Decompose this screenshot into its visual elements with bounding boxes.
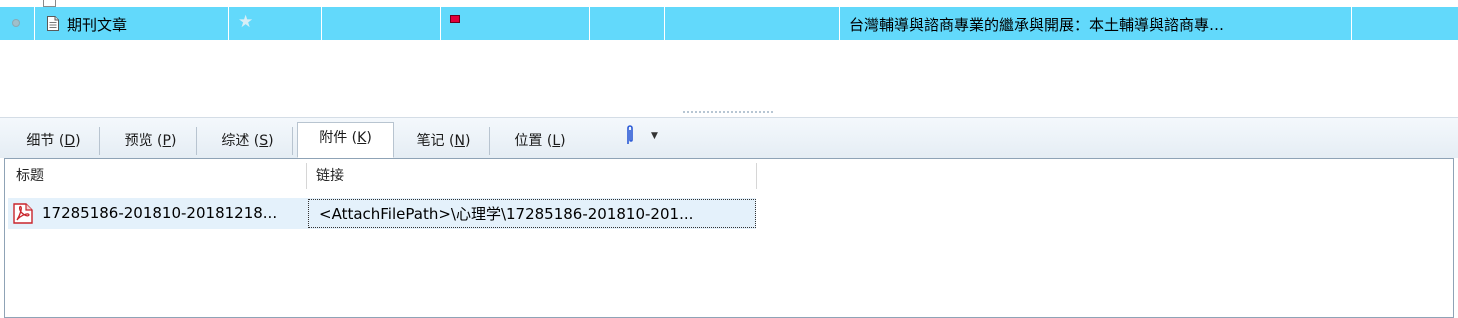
tab-label: 附件 ( (319, 130, 358, 146)
tab-label-suffix: ) (170, 133, 177, 149)
column-divider[interactable] (756, 163, 757, 189)
tab-accelerator-key: P (162, 133, 171, 149)
tab-notes[interactable]: 笔记 (N) (398, 127, 490, 155)
tab-label: 综述 ( (221, 133, 260, 149)
attachments-table (4, 158, 1454, 318)
tab-accelerator-key: L (552, 133, 561, 149)
tab-details[interactable]: 细节 (D) (8, 127, 100, 155)
tab-label: 细节 ( (26, 133, 65, 149)
column-divider[interactable] (306, 163, 307, 189)
tab-label-suffix: ) (366, 130, 372, 146)
selected-record-row[interactable]: 期刊文章 ★ 台灣輔導與諮商專業的繼承與開展：本土輔導與諮商專… (0, 7, 1458, 40)
tab-accelerator-key: K (357, 130, 367, 146)
paperclip-icon[interactable] (626, 124, 634, 146)
attachment-link[interactable]: <AttachFilePath>\心理学\17285186-201810-201… (308, 199, 756, 228)
tab-label: 笔记 ( (416, 133, 455, 149)
red-flag-icon (450, 15, 460, 23)
document-icon (43, 0, 56, 7)
column-divider (228, 7, 229, 40)
pdf-icon (13, 203, 33, 224)
column-divider (589, 7, 590, 40)
column-divider (321, 7, 322, 40)
chevron-down-icon[interactable]: ▼ (651, 131, 658, 141)
column-divider (664, 7, 665, 40)
star-icon[interactable]: ★ (238, 12, 253, 32)
tab-label: 预览 ( (124, 133, 163, 149)
tab-label: 位置 ( (514, 133, 553, 149)
column-divider (440, 7, 441, 40)
record-title: 台灣輔導與諮商專業的繼承與開展：本土輔導與諮商專… (849, 16, 1225, 34)
record-type-label: 期刊文章 (67, 16, 128, 34)
column-divider (1351, 7, 1352, 40)
tab-label-suffix: ) (75, 133, 81, 149)
tab-label-suffix: ) (268, 133, 274, 149)
tab-label-suffix: ) (464, 133, 471, 149)
column-divider (34, 7, 35, 40)
status-dot-icon[interactable] (12, 19, 20, 27)
tab-preview[interactable]: 预览 (P) (105, 127, 197, 155)
document-icon (47, 16, 59, 31)
tab-accelerator-key: N (454, 133, 465, 149)
tab-accelerator-key: S (259, 133, 269, 149)
column-divider (839, 7, 840, 40)
splitter-grip-icon[interactable] (683, 111, 773, 115)
tab-location[interactable]: 位置 (L) (495, 127, 585, 155)
column-header-link[interactable]: 链接 (316, 160, 344, 192)
column-header-title[interactable]: 标题 (16, 160, 44, 192)
tab-label-suffix: ) (560, 133, 566, 149)
tab-attachments[interactable]: 附件 (K) (297, 122, 394, 158)
tab-accelerator-key: D (64, 133, 76, 149)
attachment-title[interactable]: 17285186-201810-20181218... (42, 199, 277, 227)
tab-summary[interactable]: 综述 (S) (203, 127, 293, 155)
